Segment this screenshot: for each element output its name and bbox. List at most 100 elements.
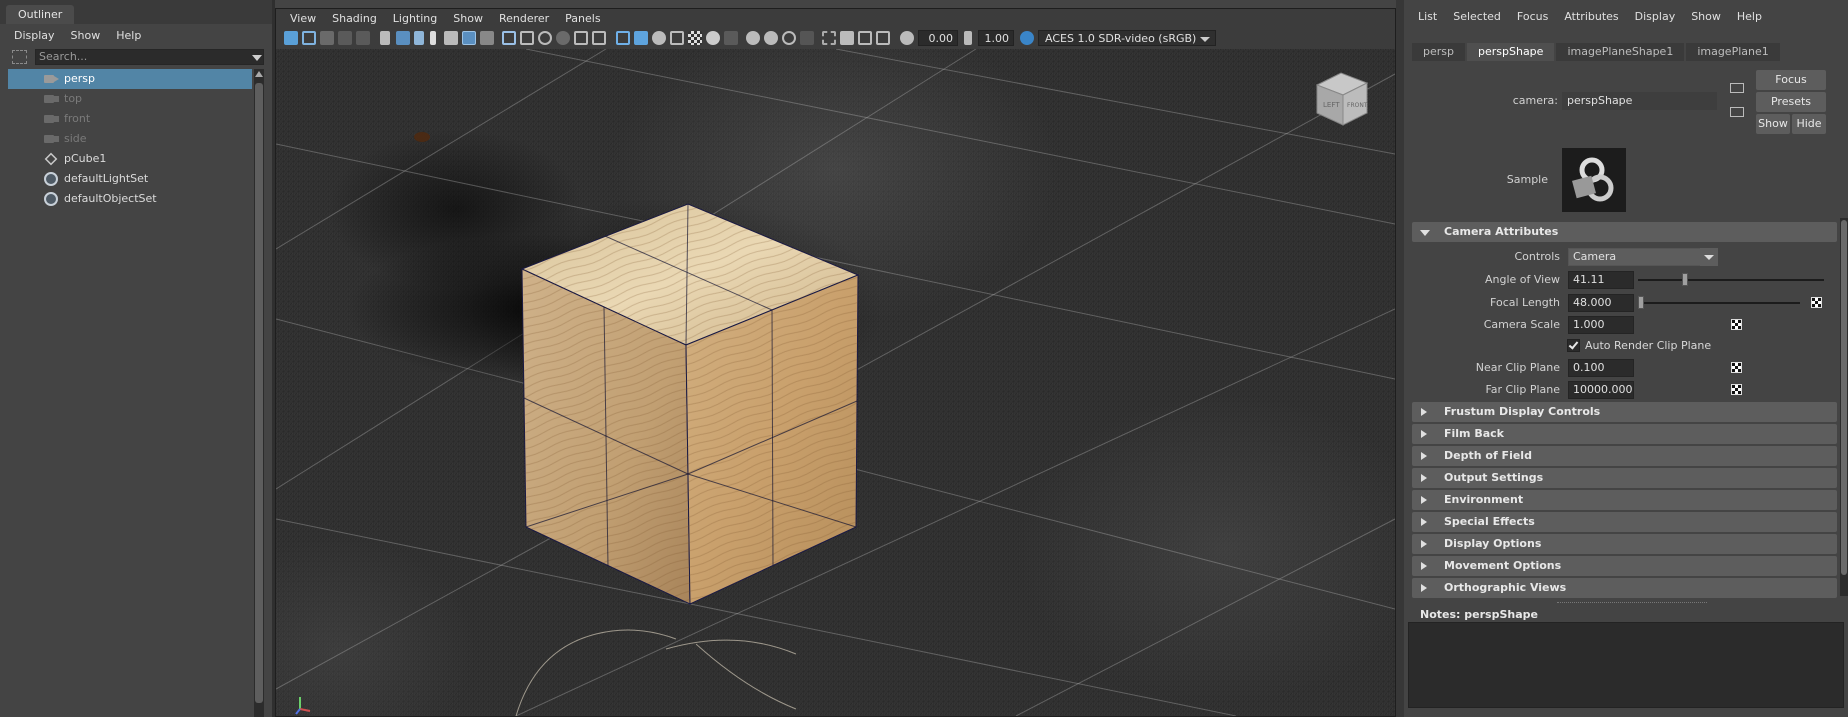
section-film-back[interactable]: Film Back	[1412, 424, 1837, 444]
outliner-item-defaultobjectset[interactable]: defaultObjectSet	[8, 189, 252, 209]
section-frustum-display-controls[interactable]: Frustum Display Controls	[1412, 402, 1837, 422]
multisample-aa-icon[interactable]	[782, 31, 796, 45]
outliner-menu-display[interactable]: Display	[6, 29, 63, 42]
ae-menu-focus[interactable]: Focus	[1509, 10, 1556, 23]
isolate-select-icon[interactable]	[462, 31, 476, 45]
controls-dropdown[interactable]: Camera	[1568, 248, 1718, 266]
image-plane-icon[interactable]	[338, 31, 352, 45]
camera-attributes-icon[interactable]	[302, 31, 316, 45]
outliner-item-front[interactable]: front	[8, 109, 252, 129]
section-display-options[interactable]: Display Options	[1412, 534, 1837, 554]
backface-culling-icon[interactable]	[876, 31, 890, 45]
ae-menu-help[interactable]: Help	[1729, 10, 1770, 23]
attributes-icon[interactable]	[414, 31, 424, 45]
tab-imageplaneshape1[interactable]: imagePlaneShape1	[1556, 43, 1685, 61]
attribute-editor-scrollbar[interactable]	[1840, 218, 1848, 596]
wireframe-icon[interactable]	[616, 31, 630, 45]
outliner-search-input[interactable]: Search...	[35, 49, 264, 65]
use-all-lights-icon[interactable]	[706, 31, 720, 45]
screen-space-ao-icon[interactable]	[746, 31, 760, 45]
outliner-item-pcube1[interactable]: pCube1	[8, 149, 252, 169]
xray-active-icon[interactable]	[858, 31, 872, 45]
viewport-menu-renderer[interactable]: Renderer	[491, 12, 557, 25]
gate-mask-icon[interactable]	[556, 31, 570, 45]
input-connection-icon[interactable]	[1730, 83, 1744, 93]
gamma-field[interactable]: 1.00	[978, 30, 1014, 46]
focus-button[interactable]: Focus	[1756, 70, 1826, 90]
section-camera-attributes[interactable]: Camera Attributes	[1412, 222, 1837, 242]
viewcube[interactable]: LEFT FRONT	[1311, 67, 1373, 129]
3d-viewport[interactable]: LEFT FRONT	[276, 49, 1395, 716]
depth-of-field-icon[interactable]	[800, 31, 814, 45]
viewport-menu-panels[interactable]: Panels	[557, 12, 608, 25]
motion-blur-icon[interactable]	[764, 31, 778, 45]
safe-action-icon[interactable]	[592, 31, 606, 45]
scrollbar-thumb[interactable]	[1841, 220, 1847, 575]
xray-joints-icon[interactable]	[840, 31, 854, 45]
scroll-up-icon[interactable]	[255, 71, 263, 77]
ae-menu-selected[interactable]: Selected	[1445, 10, 1509, 23]
near-clip-plane-field[interactable]: 0.100	[1568, 359, 1634, 377]
field-chart-icon[interactable]	[574, 31, 588, 45]
map-button-icon[interactable]	[1811, 297, 1822, 308]
tab-outliner[interactable]: Outliner	[6, 5, 75, 24]
outliner-item-side[interactable]: side	[8, 129, 252, 149]
panel-splitter[interactable]	[1396, 0, 1404, 717]
chevron-down-icon[interactable]	[1700, 248, 1718, 266]
far-clip-plane-field[interactable]: 10000.000	[1568, 381, 1634, 399]
outliner-item-top[interactable]: top	[8, 89, 252, 109]
angle-of-view-slider[interactable]	[1638, 273, 1824, 286]
textured-icon[interactable]	[688, 31, 702, 45]
resolution-gate-icon[interactable]	[538, 31, 552, 45]
bookmark-flag-icon[interactable]	[430, 31, 436, 45]
scrollbar-thumb[interactable]	[255, 83, 263, 703]
section-special-effects[interactable]: Special Effects	[1412, 512, 1837, 532]
map-button-icon[interactable]	[1731, 384, 1742, 395]
outliner-scrollbar[interactable]	[254, 69, 264, 717]
outliner-menu-help[interactable]: Help	[108, 29, 149, 42]
bookmark-icon[interactable]	[320, 31, 334, 45]
grease-pencil-icon[interactable]	[444, 31, 458, 45]
default-material-icon[interactable]	[652, 31, 666, 45]
outliner-item-persp[interactable]: persp	[8, 69, 252, 89]
ae-menu-attributes[interactable]: Attributes	[1556, 10, 1626, 23]
focal-length-field[interactable]: 48.000	[1568, 294, 1634, 312]
viewport-menu-view[interactable]: View	[282, 12, 324, 25]
focal-length-slider[interactable]	[1638, 296, 1800, 309]
outliner-menu-show[interactable]: Show	[63, 29, 109, 42]
auto-render-clip-checkbox[interactable]	[1567, 339, 1580, 352]
color-space-dropdown[interactable]: ACES 1.0 SDR-video (sRGB)	[1038, 30, 1216, 46]
section-orthographic-views[interactable]: Orthographic Views	[1412, 578, 1837, 598]
wireframe-on-shaded-icon[interactable]	[670, 31, 684, 45]
isolate-icon[interactable]	[822, 31, 836, 45]
cube-pcube1[interactable]	[520, 203, 860, 605]
section-output-settings[interactable]: Output Settings	[1412, 468, 1837, 488]
camera-scale-field[interactable]: 1.000	[1568, 316, 1634, 334]
ae-menu-display[interactable]: Display	[1627, 10, 1684, 23]
show-button[interactable]: Show	[1756, 114, 1790, 134]
map-button-icon[interactable]	[1731, 362, 1742, 373]
smooth-shade-icon[interactable]	[634, 31, 648, 45]
output-connection-icon[interactable]	[1730, 107, 1744, 117]
chevron-down-icon[interactable]	[252, 55, 262, 61]
angle-of-view-field[interactable]: 41.11	[1568, 271, 1634, 289]
notes-resize-handle[interactable]	[1557, 602, 1707, 604]
color-management-icon[interactable]	[1020, 31, 1034, 45]
viewport-menu-lighting[interactable]: Lighting	[385, 12, 445, 25]
shadows-icon[interactable]	[724, 31, 738, 45]
grid-icon[interactable]	[502, 31, 516, 45]
slider-knob[interactable]	[1638, 296, 1644, 309]
ae-menu-list[interactable]: List	[1410, 10, 1445, 23]
viewport-menu-show[interactable]: Show	[445, 12, 491, 25]
exposure-field[interactable]: 0.00	[918, 30, 958, 46]
tab-imageplane1[interactable]: imagePlane1	[1686, 43, 1780, 61]
film-gate-icon[interactable]	[520, 31, 534, 45]
tab-persp[interactable]: persp	[1412, 43, 1465, 61]
slider-knob[interactable]	[1682, 273, 1688, 286]
section-environment[interactable]: Environment	[1412, 490, 1837, 510]
lock-camera-icon[interactable]	[396, 31, 410, 45]
section-movement-options[interactable]: Movement Options	[1412, 556, 1837, 576]
hide-button[interactable]: Hide	[1792, 114, 1826, 134]
two-d-pan-icon[interactable]	[356, 31, 370, 45]
map-button-icon[interactable]	[1731, 319, 1742, 330]
